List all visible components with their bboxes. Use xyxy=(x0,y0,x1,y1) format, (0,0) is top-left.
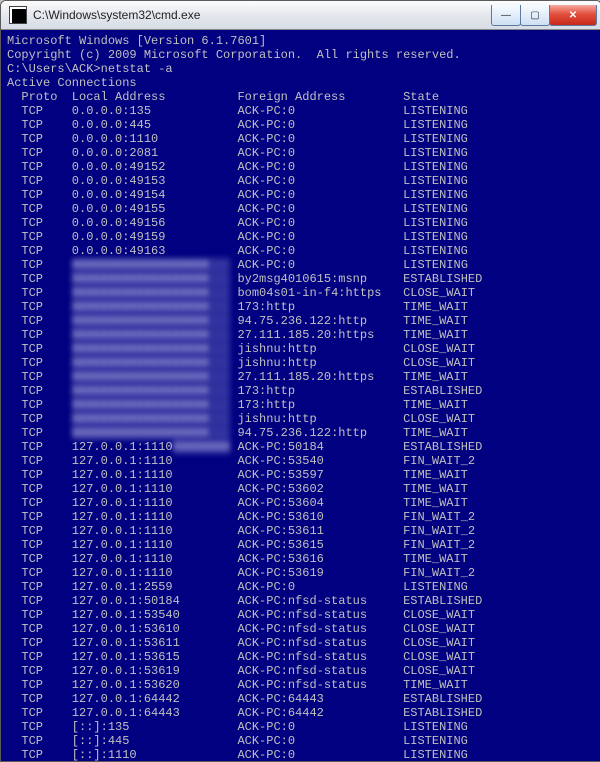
output-line: TCP 0.0.0.0:49153 ACK-PC:0 LISTENING xyxy=(7,174,599,188)
output-line: TCP [::]:135 ACK-PC:0 LISTENING xyxy=(7,720,599,734)
output-line: TCP XXXXXXXXXXXXXXXXXXX ACK-PC:0 LISTENI… xyxy=(7,258,599,272)
output-line: TCP 127.0.0.1:1110XXXXXXXX ACK-PC:50184 … xyxy=(7,440,599,454)
output-line: Copyright (c) 2009 Microsoft Corporation… xyxy=(7,48,599,62)
output-line: TCP 0.0.0.0:49155 ACK-PC:0 LISTENING xyxy=(7,202,599,216)
window-title: C:\Windows\system32\cmd.exe xyxy=(33,8,492,22)
output-line: TCP XXXXXXXXXXXXXXXXXXX bom04s01-in-f4:h… xyxy=(7,286,599,300)
output-line: TCP 127.0.0.1:1110 ACK-PC:53611 FIN_WAIT… xyxy=(7,524,599,538)
output-line: TCP [::]:445 ACK-PC:0 LISTENING xyxy=(7,734,599,748)
output-line: TCP 127.0.0.1:1110 ACK-PC:53604 TIME_WAI… xyxy=(7,496,599,510)
output-line: TCP XXXXXXXXXXXXXXXXXXX 173:http TIME_WA… xyxy=(7,398,599,412)
output-line: TCP 127.0.0.1:64443 ACK-PC:64442 ESTABLI… xyxy=(7,706,599,720)
output-line: TCP 0.0.0.0:49154 ACK-PC:0 LISTENING xyxy=(7,188,599,202)
output-line: C:\Users\ACK>netstat -a xyxy=(7,62,599,76)
output-line: TCP 127.0.0.1:1110 ACK-PC:53616 TIME_WAI… xyxy=(7,552,599,566)
output-line: TCP 127.0.0.1:1110 ACK-PC:53619 FIN_WAIT… xyxy=(7,566,599,580)
titlebar[interactable]: C:\Windows\system32\cmd.exe — ▢ ✕ xyxy=(1,1,600,30)
output-line: TCP 0.0.0.0:445 ACK-PC:0 LISTENING xyxy=(7,118,599,132)
cmd-window: C:\Windows\system32\cmd.exe — ▢ ✕ Micros… xyxy=(0,0,600,762)
window-controls: — ▢ ✕ xyxy=(492,5,597,25)
output-line: TCP 127.0.0.1:2559 ACK-PC:0 LISTENING xyxy=(7,580,599,594)
output-line: TCP XXXXXXXXXXXXXXXXXXX by2msg4010615:ms… xyxy=(7,272,599,286)
output-line: TCP 0.0.0.0:2081 ACK-PC:0 LISTENING xyxy=(7,146,599,160)
output-line: TCP 0.0.0.0:49152 ACK-PC:0 LISTENING xyxy=(7,160,599,174)
cmd-icon xyxy=(9,6,27,24)
minimize-button[interactable]: — xyxy=(491,5,521,26)
output-line: Microsoft Windows [Version 6.1.7601] xyxy=(7,34,599,48)
output-line: TCP 127.0.0.1:1110 ACK-PC:53615 FIN_WAIT… xyxy=(7,538,599,552)
output-line: TCP XXXXXXXXXXXXXXXXXXX 94.75.236.122:ht… xyxy=(7,426,599,440)
output-line: TCP XXXXXXXXXXXXXXXXXXX jishnu:http CLOS… xyxy=(7,356,599,370)
output-line: TCP XXXXXXXXXXXXXXXXXXX jishnu:http CLOS… xyxy=(7,342,599,356)
close-button[interactable]: ✕ xyxy=(549,5,597,26)
output-line: TCP 127.0.0.1:53620 ACK-PC:nfsd-status T… xyxy=(7,678,599,692)
output-line: TCP 127.0.0.1:1110 ACK-PC:53610 FIN_WAIT… xyxy=(7,510,599,524)
output-line: TCP 127.0.0.1:1110 ACK-PC:53597 TIME_WAI… xyxy=(7,468,599,482)
output-line: TCP 127.0.0.1:1110 ACK-PC:53540 FIN_WAIT… xyxy=(7,454,599,468)
console-output[interactable]: Microsoft Windows [Version 6.1.7601]Copy… xyxy=(1,30,600,762)
output-line: TCP 127.0.0.1:53610 ACK-PC:nfsd-status C… xyxy=(7,622,599,636)
output-line: TCP 127.0.0.1:50184 ACK-PC:nfsd-status E… xyxy=(7,594,599,608)
output-line: TCP 0.0.0.0:1110 ACK-PC:0 LISTENING xyxy=(7,132,599,146)
output-line: TCP XXXXXXXXXXXXXXXXXXX 27.111.185.20:ht… xyxy=(7,328,599,342)
output-line: TCP 127.0.0.1:64442 ACK-PC:64443 ESTABLI… xyxy=(7,692,599,706)
output-line: TCP 127.0.0.1:53540 ACK-PC:nfsd-status C… xyxy=(7,608,599,622)
output-line: TCP XXXXXXXXXXXXXXXXXXX 94.75.236.122:ht… xyxy=(7,314,599,328)
output-line: TCP 0.0.0.0:49163 ACK-PC:0 LISTENING xyxy=(7,244,599,258)
output-line: TCP 127.0.0.1:1110 ACK-PC:53602 TIME_WAI… xyxy=(7,482,599,496)
output-line: TCP 127.0.0.1:53615 ACK-PC:nfsd-status C… xyxy=(7,650,599,664)
output-line: TCP 127.0.0.1:53611 ACK-PC:nfsd-status C… xyxy=(7,636,599,650)
output-line: Active Connections xyxy=(7,76,599,90)
output-line: TCP 127.0.0.1:53619 ACK-PC:nfsd-status C… xyxy=(7,664,599,678)
output-line: TCP 0.0.0.0:49159 ACK-PC:0 LISTENING xyxy=(7,230,599,244)
output-line: TCP XXXXXXXXXXXXXXXXXXX jishnu:http CLOS… xyxy=(7,412,599,426)
output-line: TCP 0.0.0.0:135 ACK-PC:0 LISTENING xyxy=(7,104,599,118)
output-line: Proto Local Address Foreign Address Stat… xyxy=(7,90,599,104)
maximize-button[interactable]: ▢ xyxy=(520,5,550,26)
output-line: TCP 0.0.0.0:49156 ACK-PC:0 LISTENING xyxy=(7,216,599,230)
output-line: TCP XXXXXXXXXXXXXXXXXXX 173:http ESTABLI… xyxy=(7,384,599,398)
output-line: TCP XXXXXXXXXXXXXXXXXXX 27.111.185.20:ht… xyxy=(7,370,599,384)
output-line: TCP XXXXXXXXXXXXXXXXXXX 173:http TIME_WA… xyxy=(7,300,599,314)
